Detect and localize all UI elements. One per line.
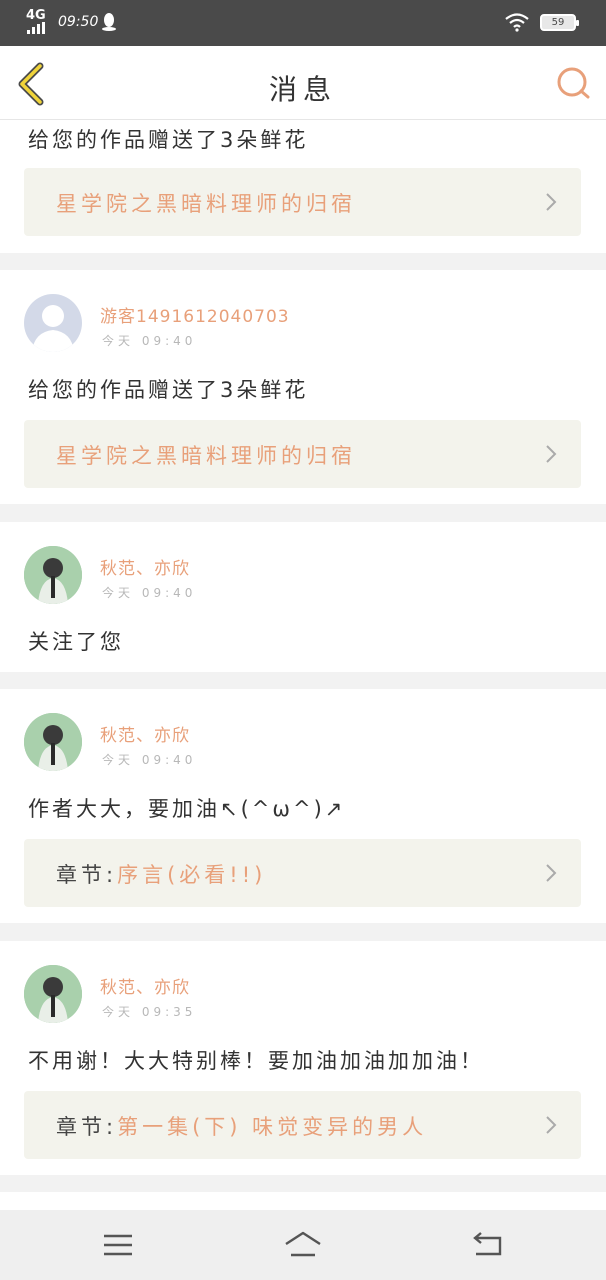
return-icon[interactable] — [468, 1230, 508, 1260]
user-photo-avatar — [24, 546, 82, 604]
chevron-right-icon — [546, 445, 557, 463]
work-link[interactable]: 星学院之黑暗料理师的归宿 — [24, 420, 581, 488]
work-link[interactable]: 星学院之黑暗料理师的归宿 — [24, 168, 581, 236]
chapter-prefix: 章节: — [56, 1115, 118, 1139]
qq-penguin-icon — [102, 13, 116, 31]
battery-indicator: 59 — [540, 14, 579, 31]
user-photo-avatar — [24, 713, 82, 771]
chapter-link-text: 章节:序言(必看!!) — [56, 859, 266, 889]
message-card: 秋范、亦欣 今天 09:40 作者大大，要加油↖(^ω^)↗ 章节:序言(必看!… — [0, 689, 606, 923]
chapter-link[interactable]: 章节:序言(必看!!) — [24, 839, 581, 907]
default-avatar-icon — [32, 305, 74, 352]
wifi-icon — [505, 13, 529, 32]
message-text: 给您的作品赠送了3朵鲜花 — [28, 378, 309, 402]
message-card: 秋范、亦欣 今天 09:40 关注了您 — [0, 522, 606, 672]
page-title: 消息 — [268, 73, 337, 106]
chapter-title: 序言(必看!!) — [117, 863, 267, 887]
avatar[interactable] — [24, 965, 82, 1023]
message-card: 秋范、亦欣 今天 09:35 不用谢！大大特别棒！要加油加油加加油！ 章节:第一… — [0, 941, 606, 1175]
username[interactable]: 秋范、亦欣 — [100, 554, 190, 579]
status-time: 09:50 — [58, 14, 99, 30]
message-text: 给您的作品赠送了3朵鲜花 — [28, 128, 309, 152]
message-time: 今天 09:40 — [102, 586, 197, 600]
message-time: 今天 09:40 — [102, 334, 197, 348]
avatar[interactable] — [24, 546, 82, 604]
system-nav-bar — [0, 1210, 606, 1280]
chevron-right-icon — [546, 864, 557, 882]
message-time: 今天 09:40 — [102, 753, 197, 767]
message-card — [0, 1192, 606, 1210]
message-text: 关注了您 — [28, 630, 124, 654]
user-photo-avatar — [24, 965, 82, 1023]
message-list[interactable]: 给您的作品赠送了3朵鲜花 星学院之黑暗料理师的归宿 游客149161204070… — [0, 120, 606, 1210]
username[interactable]: 秋范、亦欣 — [100, 973, 190, 998]
chapter-prefix: 章节: — [56, 863, 118, 887]
status-bar: 4G 09:50 59 — [0, 0, 606, 46]
chevron-right-icon — [546, 193, 557, 211]
work-link-title: 星学院之黑暗料理师的归宿 — [56, 192, 356, 216]
home-icon[interactable] — [283, 1230, 323, 1260]
nav-bar: 消息 — [0, 46, 606, 120]
network-type: 4G — [26, 8, 46, 23]
chapter-title: 第一集(下) 味觉变异的男人 — [117, 1115, 428, 1139]
message-card: 给您的作品赠送了3朵鲜花 星学院之黑暗料理师的归宿 — [0, 120, 606, 253]
search-icon[interactable] — [554, 64, 592, 102]
username[interactable]: 秋范、亦欣 — [100, 721, 190, 746]
avatar[interactable] — [24, 713, 82, 771]
message-card: 游客1491612040703 今天 09:40 给您的作品赠送了3朵鲜花 星学… — [0, 270, 606, 504]
message-text: 不用谢！大大特别棒！要加油加油加加油！ — [28, 1049, 484, 1073]
message-text: 作者大大，要加油↖(^ω^)↗ — [28, 797, 346, 821]
menu-icon[interactable] — [98, 1230, 138, 1260]
avatar[interactable] — [24, 294, 82, 352]
username[interactable]: 游客1491612040703 — [100, 302, 290, 327]
work-link-title: 星学院之黑暗料理师的归宿 — [56, 444, 356, 468]
message-time: 今天 09:35 — [102, 1005, 197, 1019]
chevron-right-icon — [546, 1116, 557, 1134]
signal-icon — [27, 22, 45, 34]
chapter-link[interactable]: 章节:第一集(下) 味觉变异的男人 — [24, 1091, 581, 1159]
chapter-link-text: 章节:第一集(下) 味觉变异的男人 — [56, 1111, 427, 1141]
